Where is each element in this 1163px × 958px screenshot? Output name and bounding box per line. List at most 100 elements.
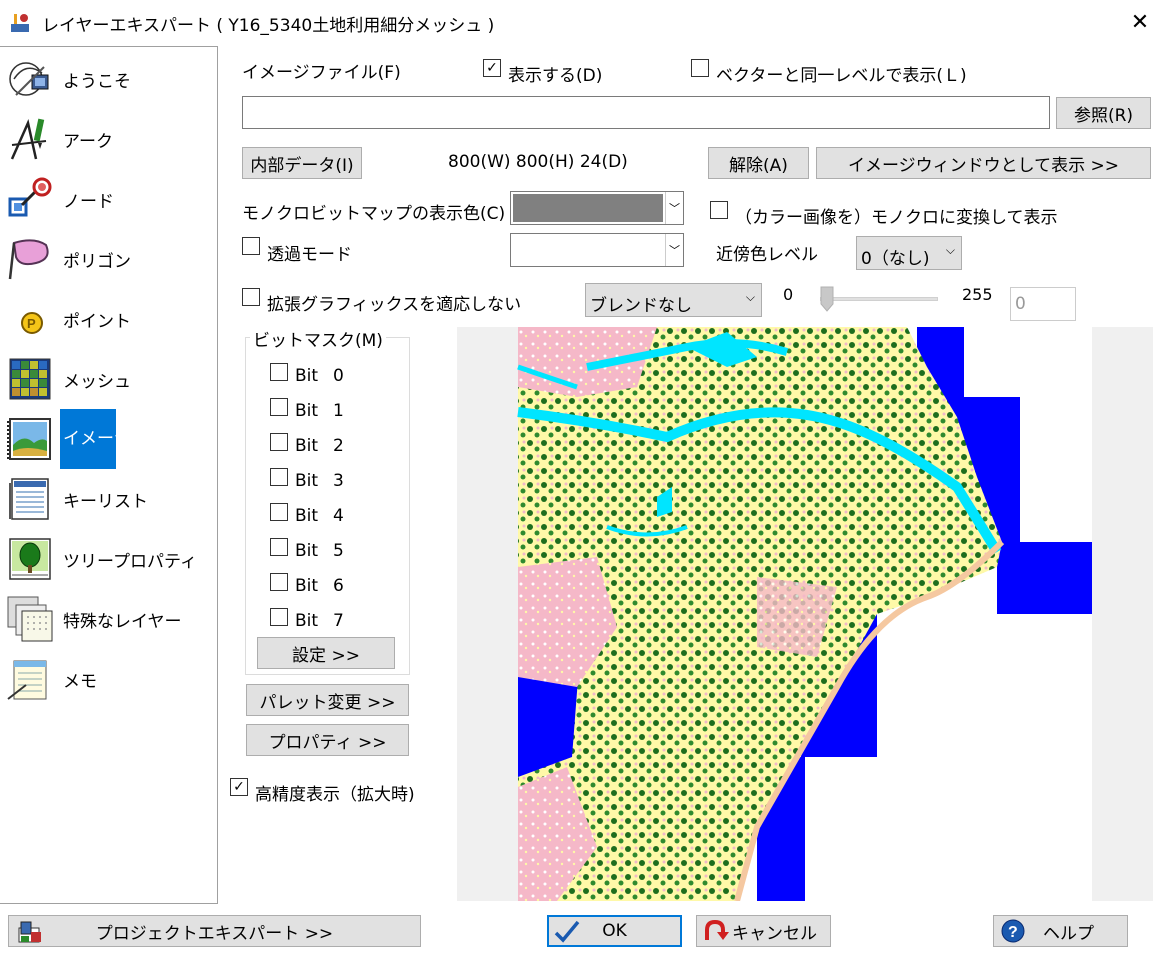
sidebar-item-label: ようこそ (63, 72, 131, 92)
high-precision-label: 高精度表示（拡大時) (255, 785, 415, 805)
help-label: ヘルプ (1043, 923, 1094, 944)
transparent-mode-checkbox[interactable] (242, 237, 260, 255)
transparent-color-combo[interactable]: ﹀ (510, 233, 684, 267)
bit-label: Bit (295, 436, 319, 456)
svg-text:?: ? (1008, 924, 1018, 941)
arc-icon (10, 118, 47, 160)
special-layer-icon (7, 596, 53, 642)
welcome-icon (9, 62, 49, 96)
neighbor-color-level-select[interactable]: 0（なし) ⌵ (856, 236, 962, 270)
sidebar-item-image[interactable]: イメージ (4, 409, 216, 469)
convert-mono-checkbox[interactable] (710, 201, 728, 219)
convert-mono-checkbox-label: （カラー画像を）モノクロに変換して表示 (735, 208, 1058, 228)
sidebar-item-label: アーク (63, 132, 113, 152)
ext-graphics-label: 拡張グラフィックスを適応しない (267, 295, 522, 315)
sidebar-item-point[interactable]: P ポイント (4, 291, 216, 347)
sidebar-item-label: ポリゴン (63, 252, 131, 272)
ok-label: OK (602, 921, 627, 941)
app-icon (11, 14, 29, 32)
polygon-icon (8, 239, 49, 280)
bit-label: Bit (295, 366, 319, 386)
bit-checkbox[interactable] (270, 538, 288, 556)
transparent-mode-label: 透過モード (267, 245, 352, 265)
help-icon: ? (1001, 919, 1025, 943)
neighbor-color-level-value: 0（なし) (861, 249, 930, 269)
close-button[interactable]: ✕ (1117, 0, 1163, 45)
bit-checkbox[interactable] (270, 468, 288, 486)
undo-arrow-icon (705, 919, 729, 940)
sidebar-item-tree-property[interactable]: ツリープロパティ (4, 531, 216, 587)
chevron-down-icon: ⌵ (745, 290, 755, 304)
show-checkbox-label: 表示する(D) (508, 66, 603, 86)
bit-checkbox[interactable] (270, 573, 288, 591)
image-info-text: 800(W) 800(H) 24(D) (448, 152, 628, 172)
opacity-slider-track[interactable] (820, 297, 938, 301)
sidebar-item-node[interactable]: ノード (4, 171, 216, 227)
show-checkbox[interactable]: ✓ (483, 59, 501, 77)
high-precision-checkbox[interactable]: ✓ (230, 778, 248, 796)
sidebar-item-special-layer[interactable]: 特殊なレイヤー (4, 591, 216, 647)
sidebar-item-arc[interactable]: アーク (4, 111, 216, 167)
opacity-slider-thumb[interactable] (820, 286, 834, 312)
sidebar-item-welcome[interactable]: ようこそ (4, 51, 216, 107)
mono-color-swatch (513, 194, 663, 222)
release-button[interactable]: 解除(A) (708, 147, 809, 179)
bit-checkbox[interactable] (270, 398, 288, 416)
title-bar: レイヤーエキスパート ( Y16_5340土地利用細分メッシュ ) ✕ (0, 0, 1163, 45)
sidebar: ようこそ アーク ノード ポリゴン P ポイント メッシュ イメージ キーリスト… (0, 46, 218, 904)
palette-change-button[interactable]: パレット変更 >> (246, 684, 409, 716)
bit-label: Bit (295, 506, 319, 526)
chevron-down-icon: ﹀ (665, 234, 683, 266)
neighbor-color-level-label: 近傍色レベル (716, 245, 818, 265)
sidebar-item-label: イメージ (60, 409, 131, 469)
sidebar-item-label: メモ (63, 672, 97, 692)
image-icon (7, 418, 51, 460)
cancel-button[interactable]: キャンセル (696, 915, 831, 947)
mono-color-combo[interactable]: ﹀ (510, 191, 684, 225)
chevron-down-icon: ⌵ (945, 243, 955, 257)
opacity-value-input[interactable]: 0 (1010, 287, 1076, 321)
bit-number: 7 (333, 611, 344, 631)
ok-button[interactable]: OK (547, 915, 682, 947)
chevron-down-icon: ﹀ (665, 192, 683, 224)
bit-number: 5 (333, 541, 344, 561)
bit-number: 0 (333, 366, 344, 386)
same-level-checkbox[interactable] (691, 59, 709, 77)
sidebar-item-memo[interactable]: メモ (4, 651, 216, 707)
ext-graphics-checkbox[interactable] (242, 288, 260, 306)
bit-checkbox[interactable] (270, 363, 288, 381)
blend-mode-select[interactable]: ブレンドなし ⌵ (585, 283, 762, 317)
internal-data-button[interactable]: 内部データ(I) (242, 147, 362, 179)
tree-icon (9, 538, 51, 580)
image-file-path-input[interactable] (242, 96, 1050, 129)
browse-button[interactable]: 参照(R) (1056, 97, 1151, 129)
bit-checkbox[interactable] (270, 433, 288, 451)
window-title: レイヤーエキスパート ( Y16_5340土地利用細分メッシュ ) (42, 16, 495, 36)
image-file-label: イメージファイル(F) (242, 63, 401, 83)
project-expert-button[interactable]: プロジェクトエキスパート >> (8, 915, 421, 947)
project-expert-label: プロジェクトエキスパート >> (95, 923, 334, 944)
bitmask-set-button[interactable]: 設定 >> (257, 637, 395, 669)
project-icon (18, 921, 41, 943)
sidebar-item-label: メッシュ (63, 372, 131, 392)
help-button[interactable]: ? ヘルプ (993, 915, 1128, 947)
property-button[interactable]: プロパティ >> (246, 724, 409, 756)
show-as-image-window-button[interactable]: イメージウィンドウとして表示 >> (816, 147, 1151, 179)
keylist-icon (9, 478, 49, 520)
node-icon (8, 177, 52, 217)
image-preview (457, 327, 1153, 902)
bit-checkbox[interactable] (270, 608, 288, 626)
sidebar-item-label: 特殊なレイヤー (63, 612, 182, 632)
bit-number: 3 (333, 471, 344, 491)
land-use-map-image (517, 327, 1092, 902)
bit-number: 2 (333, 436, 344, 456)
blend-mode-value: ブレンドなし (590, 296, 692, 316)
sidebar-item-label: ツリープロパティ (63, 552, 197, 572)
slider-min-label: 0 (783, 285, 794, 304)
bit-label: Bit (295, 471, 319, 491)
sidebar-item-label: ポイント (63, 312, 131, 332)
sidebar-item-mesh[interactable]: メッシュ (4, 351, 216, 407)
sidebar-item-keylist[interactable]: キーリスト (4, 471, 216, 527)
bit-checkbox[interactable] (270, 503, 288, 521)
sidebar-item-polygon[interactable]: ポリゴン (4, 231, 216, 287)
